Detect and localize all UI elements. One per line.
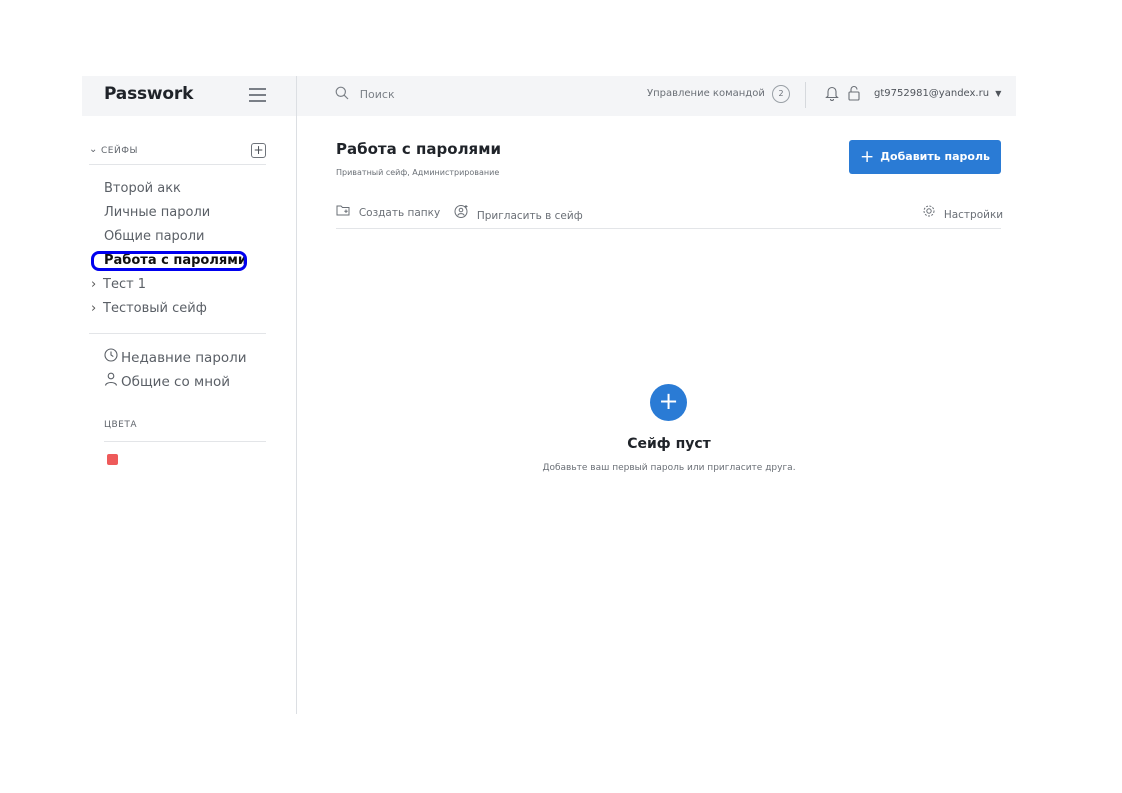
sidebar-item-vault-expandable[interactable]: › Тестовый сейф <box>91 301 207 316</box>
user-menu[interactable]: gt9752981@yandex.ru ▼ <box>874 88 1001 99</box>
vaults-section-title: СЕЙФЫ <box>101 146 138 156</box>
gear-icon <box>922 205 940 221</box>
search-input[interactable]: Поиск <box>335 86 395 104</box>
empty-state-subtitle: Добавьте ваш первый пароль или пригласит… <box>542 463 796 473</box>
sidebar-item-label: Тест 1 <box>103 277 147 292</box>
create-folder-label: Создать папку <box>358 207 441 219</box>
app-window: Passwork ⌄ СЕЙФЫ + Второй акк Личные пар… <box>82 76 1016 714</box>
search-icon <box>335 86 354 104</box>
sidebar-header: Passwork <box>82 76 296 116</box>
sidebar-item-label: Общие со мной <box>121 374 231 390</box>
folder-add-icon <box>336 205 355 219</box>
logo: Passwork <box>104 84 194 104</box>
sidebar-item-vault[interactable]: Общие пароли <box>104 229 205 244</box>
page-title: Работа с паролями <box>336 140 501 158</box>
color-filter-red[interactable] <box>107 454 118 465</box>
create-folder-button[interactable]: Создать папку <box>336 204 440 219</box>
divider <box>336 228 1001 229</box>
lock-icon[interactable] <box>848 85 860 105</box>
page-subtitle: Приватный сейф, Администрирование <box>336 168 500 177</box>
sidebar-item-recent[interactable]: Недавние пароли <box>104 348 247 366</box>
topbar: Поиск Управление командой 2 gt9752981@ya… <box>297 76 1016 116</box>
sidebar-item-vault[interactable]: Личные пароли <box>104 205 210 220</box>
divider <box>104 441 266 442</box>
team-count-badge: 2 <box>772 85 790 103</box>
vaults-section-header[interactable]: ⌄ СЕЙФЫ <box>89 144 266 165</box>
sidebar: Passwork ⌄ СЕЙФЫ + Второй акк Личные пар… <box>82 76 297 714</box>
add-first-password-button[interactable]: + <box>650 384 687 421</box>
chevron-right-icon: › <box>91 277 97 292</box>
menu-icon[interactable] <box>249 88 266 102</box>
add-vault-button[interactable]: + <box>251 143 266 158</box>
chevron-right-icon: › <box>91 301 97 316</box>
search-placeholder: Поиск <box>359 88 395 101</box>
plus-icon: + <box>859 147 875 167</box>
sidebar-item-label: Тестовый сейф <box>103 301 207 316</box>
sidebar-item-shared[interactable]: Общие со мной <box>104 372 230 390</box>
sidebar-item-vault-active[interactable]: Работа с паролями <box>104 253 247 268</box>
add-password-button[interactable]: + Добавить пароль <box>849 140 1001 174</box>
sidebar-item-vault[interactable]: Второй акк <box>104 181 181 196</box>
user-add-icon <box>454 205 473 222</box>
chevron-down-icon: ⌄ <box>89 144 98 155</box>
colors-section-title: ЦВЕТА <box>104 420 138 430</box>
empty-state-title: Сейф пуст <box>627 436 711 452</box>
divider <box>89 333 266 334</box>
team-management-link[interactable]: Управление командой <box>647 88 765 99</box>
invite-to-vault-button[interactable]: Пригласить в сейф <box>454 204 583 222</box>
settings-label: Настройки <box>943 209 1004 221</box>
add-password-label: Добавить пароль <box>880 150 990 163</box>
settings-button[interactable]: Настройки <box>922 204 1003 221</box>
invite-label: Пригласить в сейф <box>476 210 583 222</box>
sidebar-item-vault-expandable[interactable]: › Тест 1 <box>91 277 146 292</box>
divider <box>805 82 806 108</box>
bell-icon[interactable] <box>825 85 839 105</box>
clock-icon <box>104 348 121 366</box>
sidebar-item-label: Недавние пароли <box>121 350 247 366</box>
user-icon <box>104 372 121 390</box>
user-email: gt9752981@yandex.ru <box>874 88 990 99</box>
caret-down-icon: ▼ <box>995 89 1002 98</box>
